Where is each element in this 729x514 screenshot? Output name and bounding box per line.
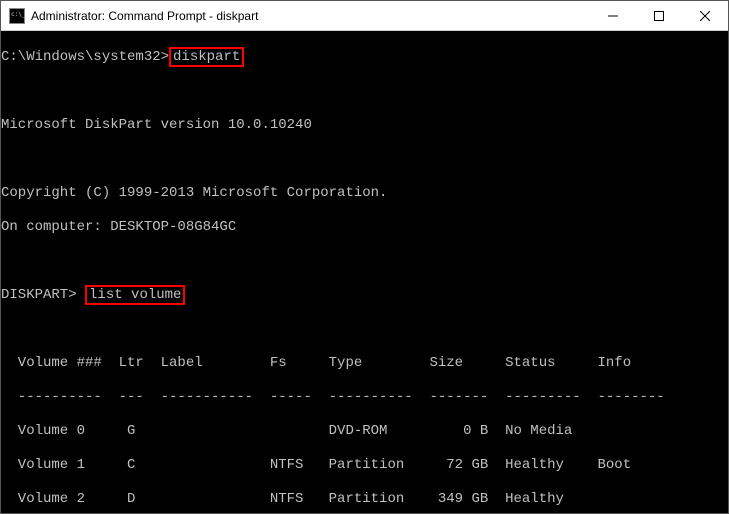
table-row: Volume 1 C NTFS Partition 72 GB Healthy … bbox=[1, 457, 728, 474]
table-header: Volume ### Ltr Label Fs Type Size Status… bbox=[1, 355, 728, 372]
copyright-line: Copyright (C) 1999-2013 Microsoft Corpor… bbox=[1, 185, 728, 202]
cmd-icon bbox=[9, 8, 25, 24]
highlight-diskpart: diskpart bbox=[169, 47, 244, 67]
prompt-path: C:\Windows\system32> bbox=[1, 49, 169, 65]
window-title: Administrator: Command Prompt - diskpart bbox=[31, 9, 590, 23]
table-divider: ---------- --- ----------- ----- -------… bbox=[1, 389, 728, 406]
command-prompt-window: Administrator: Command Prompt - diskpart… bbox=[0, 0, 729, 514]
computer-line: On computer: DESKTOP-08G84GC bbox=[1, 219, 728, 236]
table-row: Volume 0 G DVD-ROM 0 B No Media bbox=[1, 423, 728, 440]
version-line: Microsoft DiskPart version 10.0.10240 bbox=[1, 117, 728, 134]
terminal-area[interactable]: C:\Windows\system32>diskpart Microsoft D… bbox=[1, 31, 728, 513]
maximize-button[interactable] bbox=[636, 1, 682, 31]
close-button[interactable] bbox=[682, 1, 728, 31]
table-row: Volume 2 D NTFS Partition 349 GB Healthy bbox=[1, 491, 728, 508]
minimize-button[interactable] bbox=[590, 1, 636, 31]
window-controls bbox=[590, 1, 728, 31]
highlight-list-volume: list volume bbox=[85, 285, 185, 305]
titlebar[interactable]: Administrator: Command Prompt - diskpart bbox=[1, 1, 728, 31]
diskpart-prompt: DISKPART> bbox=[1, 287, 77, 303]
